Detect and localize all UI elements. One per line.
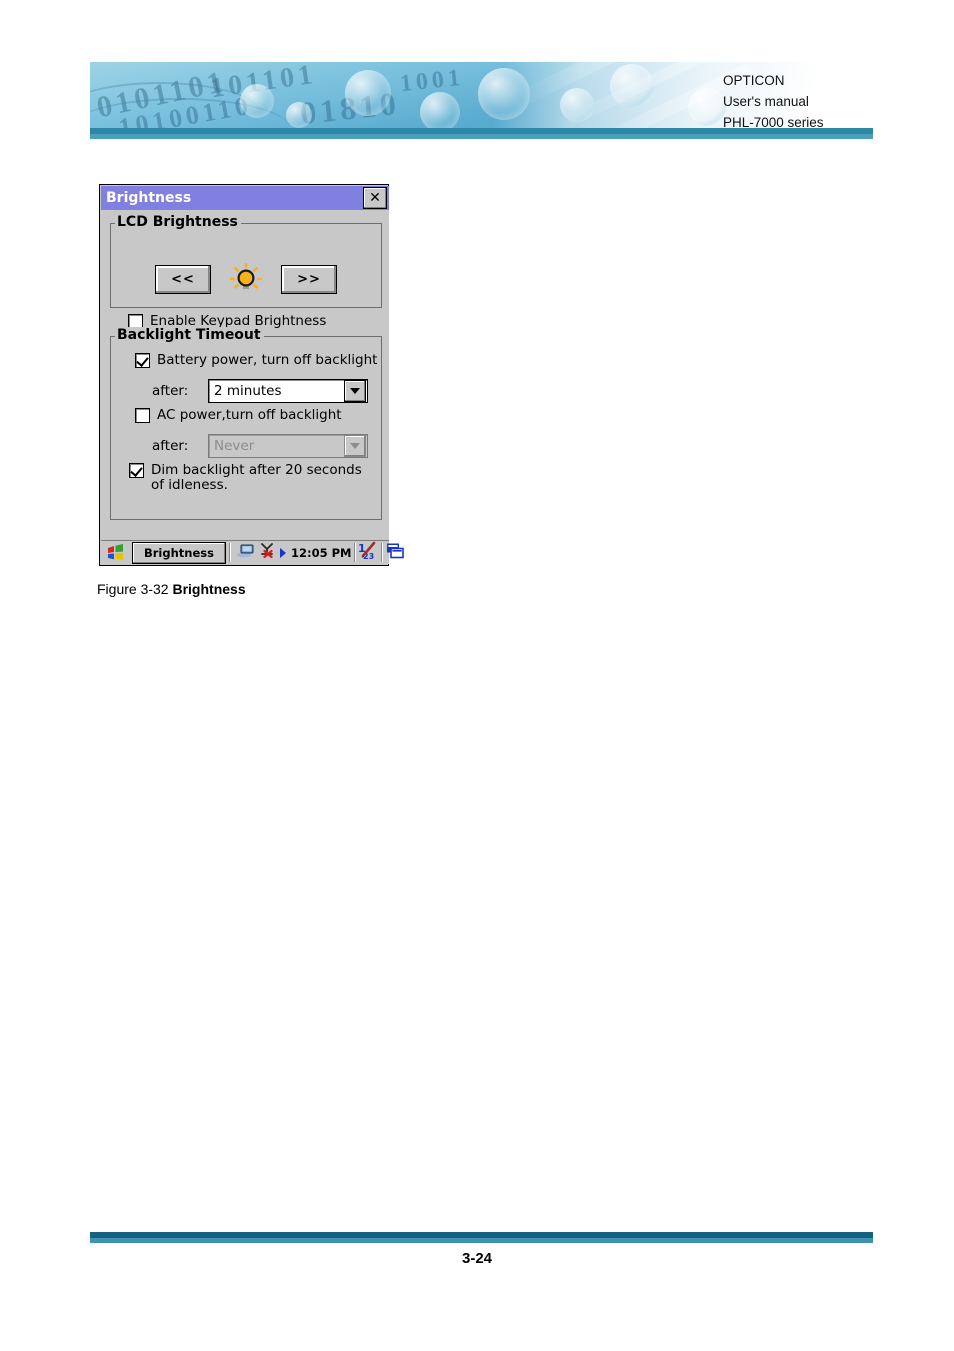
dim-backlight-checkbox[interactable] [129, 463, 144, 478]
close-icon[interactable]: ✕ [363, 187, 387, 209]
lcd-brightness-group: LCD Brightness << >> [110, 214, 382, 308]
header-product: PHL-7000 series [723, 115, 824, 130]
battery-after-label: after: [152, 383, 189, 399]
play-arrow-icon[interactable] [279, 543, 287, 562]
disconnected-network-icon[interactable] [259, 543, 275, 562]
brightness-dialog: Brightness ✕ LCD Brightness << >> Enable… [99, 184, 405, 566]
banner-bubble [420, 92, 460, 128]
header-meta-block: OPTICON User's manual PHL-7000 series [723, 70, 873, 133]
taskbar-divider [354, 543, 356, 562]
header-doc-type: User's manual [723, 94, 809, 109]
page-header: 0101101 10100110 101101 01810 1001 OPTIC… [90, 62, 873, 144]
ac-timeout-value: Never [214, 438, 255, 454]
battery-timeout-value: 2 minutes [214, 383, 282, 399]
ac-power-row[interactable]: AC power,turn off backlight [135, 408, 342, 423]
device-taskbar: Brightness 12:05 PM 1 23 [101, 540, 405, 564]
backlight-timeout-group: Backlight Timeout Battery power, turn of… [110, 327, 382, 520]
lcd-brightness-legend: LCD Brightness [115, 214, 241, 230]
battery-power-row[interactable]: Battery power, turn off backlight [135, 353, 377, 368]
ac-timeout-select[interactable]: Never [208, 434, 368, 458]
taskbar-divider [381, 543, 383, 562]
desktop-connection-icon[interactable] [237, 543, 255, 562]
ac-after-label: after: [152, 438, 189, 454]
figure-caption: Figure 3-32 Brightness [97, 581, 246, 597]
window-switch-icon[interactable] [385, 542, 405, 564]
banner-bubble [240, 84, 274, 118]
taskbar-divider [229, 543, 230, 562]
backlight-timeout-legend: Backlight Timeout [115, 327, 264, 343]
page-number: 3-24 [461, 1250, 493, 1267]
system-tray: 12:05 PM [237, 543, 351, 562]
figure-caption-prefix: Figure 3-32 [97, 581, 173, 597]
dialog-client-area: LCD Brightness << >> Enable Keypad Brigh… [101, 210, 389, 541]
input-panel-icon[interactable]: 1 23 [358, 541, 378, 564]
figure-caption-name: Brightness [172, 581, 246, 597]
footer-accent-bar [90, 1232, 873, 1243]
brightness-increase-button[interactable]: >> [281, 264, 337, 294]
dialog-title: Brightness [106, 190, 192, 206]
dialog-titlebar: Brightness ✕ [101, 186, 389, 210]
battery-timeout-select[interactable]: 2 minutes [208, 379, 368, 403]
lcd-brightness-controls: << >> [111, 262, 381, 296]
taskbar-window-brightness[interactable]: Brightness [132, 541, 226, 564]
header-company: OPTICON [723, 73, 785, 88]
battery-power-checkbox[interactable] [135, 353, 150, 368]
banner-bubble [286, 102, 312, 128]
brightness-decrease-button[interactable]: << [155, 264, 211, 294]
windows-start-icon[interactable] [103, 542, 129, 563]
dim-backlight-row[interactable]: Dim backlight after 20 seconds of idlene… [129, 463, 374, 493]
battery-after-row: after: 2 minutes [152, 379, 368, 403]
ac-power-checkbox[interactable] [135, 408, 150, 423]
chevron-down-icon[interactable] [344, 435, 366, 457]
chevron-down-icon[interactable] [344, 380, 366, 402]
taskbar-clock[interactable]: 12:05 PM [291, 546, 351, 560]
dim-backlight-label: Dim backlight after 20 seconds of idlene… [151, 462, 362, 493]
ac-power-label: AC power,turn off backlight [157, 407, 342, 423]
banner-bubble [345, 70, 391, 116]
battery-power-label: Battery power, turn off backlight [157, 352, 378, 368]
ac-after-row: after: Never [152, 434, 368, 458]
brightness-lamp-icon [229, 262, 263, 296]
